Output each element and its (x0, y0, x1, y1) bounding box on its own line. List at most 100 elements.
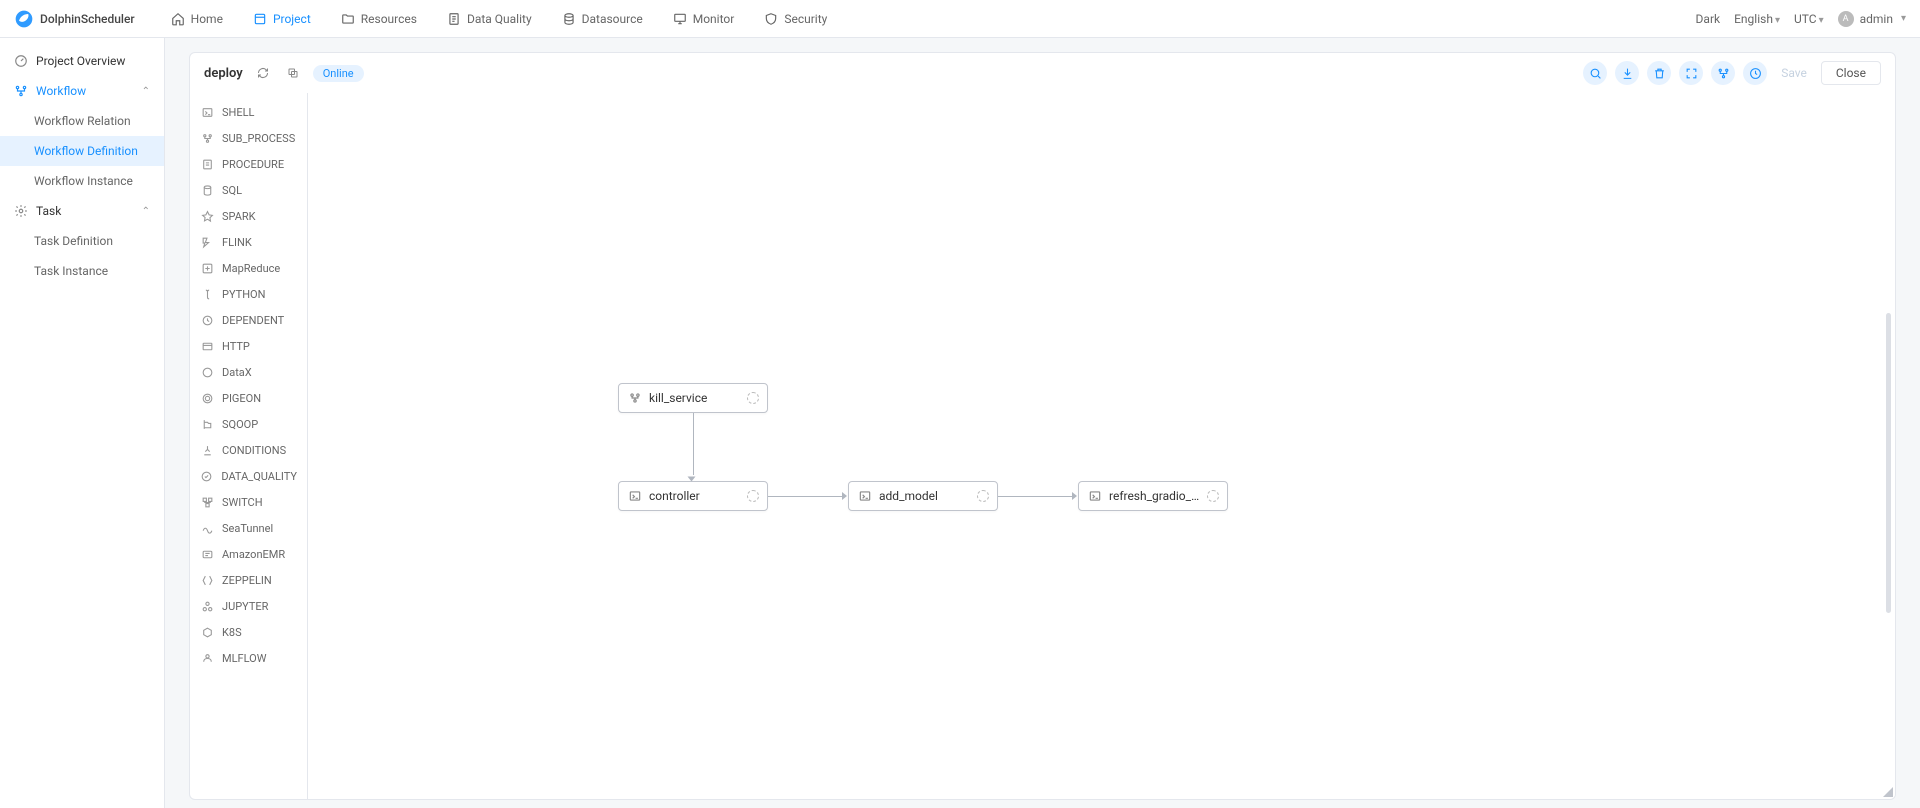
resize-handle-icon[interactable] (1883, 787, 1893, 797)
task-type-icon (200, 443, 214, 457)
task-type-amazonemr[interactable]: AmazonEMR (190, 541, 307, 567)
task-type-icon (200, 651, 214, 665)
task-type-label: SeaTunnel (222, 522, 273, 535)
task-type-shell[interactable]: SHELL (190, 99, 307, 125)
brand-logo-icon (14, 9, 34, 29)
workflow-node-n2[interactable]: controller (618, 481, 768, 511)
task-type-sub-process[interactable]: SUB_PROCESS (190, 125, 307, 151)
timezone-select[interactable]: UTC▾ (1794, 12, 1824, 26)
user-menu[interactable]: A admin ▾ (1838, 11, 1906, 27)
workflow-node-n4[interactable]: refresh_gradio_web... (1078, 481, 1228, 511)
brand-name: DolphinScheduler (40, 12, 135, 26)
task-type-icon (200, 157, 214, 171)
task-type-label: SHELL (222, 106, 254, 119)
task-type-spark[interactable]: SPARK (190, 203, 307, 229)
task-type-switch[interactable]: SWITCH (190, 489, 307, 515)
task-type-python[interactable]: PYTHON (190, 281, 307, 307)
sidebar-item-workflow-relation[interactable]: Workflow Relation (0, 106, 164, 136)
task-type-dependent[interactable]: DEPENDENT (190, 307, 307, 333)
task-type-data-quality[interactable]: DATA_QUALITY (190, 463, 307, 489)
task-type-icon (200, 495, 214, 509)
sidebar-item-task-instance[interactable]: Task Instance (0, 256, 164, 286)
user-name: admin (1860, 12, 1893, 26)
task-type-zeppelin[interactable]: ZEPPELIN (190, 567, 307, 593)
task-type-label: AmazonEMR (222, 548, 285, 561)
task-type-label: DataX (222, 366, 252, 379)
sidebar-item-task-definition[interactable]: Task Definition (0, 226, 164, 256)
theme-toggle[interactable]: Dark (1696, 12, 1721, 26)
canvas-scrollbar[interactable] (1886, 313, 1891, 613)
task-type-procedure[interactable]: PROCEDURE (190, 151, 307, 177)
chevron-up-icon: ⌃ (142, 206, 150, 217)
task-type-k8s[interactable]: K8S (190, 619, 307, 645)
main-area: deploy Online (165, 38, 1920, 808)
task-type-mlflow[interactable]: MLFLOW (190, 645, 307, 671)
timezone-label: UTC (1794, 12, 1817, 26)
workflow-node-n1[interactable]: kill_service (618, 383, 768, 413)
task-palette: SHELL SUB_PROCESSPROCEDURESQLSPARKFLINK Ma… (190, 93, 308, 799)
sidebar-item-workflow-instance[interactable]: Workflow Instance (0, 166, 164, 196)
task-type-jupyter[interactable]: JUPYTER (190, 593, 307, 619)
task-type-flink[interactable]: FLINK (190, 229, 307, 255)
copy-button[interactable] (283, 63, 303, 83)
edge (693, 413, 694, 475)
task-type-http[interactable]: HTTP (190, 333, 307, 359)
task-type-icon (200, 365, 214, 379)
task-type-icon (200, 599, 214, 613)
task-type-icon (200, 573, 214, 587)
task-type-conditions[interactable]: CONDITIONS (190, 437, 307, 463)
refresh-button[interactable] (253, 63, 273, 83)
download-button[interactable] (1615, 61, 1639, 85)
sidebar-item-workflow-definition[interactable]: Workflow Definition (0, 136, 164, 166)
nav-item-security[interactable]: Security (750, 8, 841, 30)
sidebar-item-label: Task Instance (34, 264, 108, 278)
task-type-icon (200, 547, 214, 561)
delete-button[interactable] (1647, 61, 1671, 85)
version-button[interactable] (1743, 61, 1767, 85)
task-type-pigeon[interactable]: PIGEON (190, 385, 307, 411)
workflow-canvas[interactable]: kill_service controller add_model refresh_g… (308, 93, 1895, 799)
sidebar-item-label: Workflow Instance (34, 174, 133, 188)
task-type-seatunnel[interactable]: SeaTunnel (190, 515, 307, 541)
nav-items: Home ProjectResourcesData QualityDatasour… (157, 8, 842, 30)
quality-icon (447, 12, 461, 26)
nav-item-monitor[interactable]: Monitor (659, 8, 749, 30)
sidebar-item-project-overview[interactable]: Project Overview (0, 46, 164, 76)
task-type-sql[interactable]: SQL (190, 177, 307, 203)
task-type-label: MapReduce (222, 262, 280, 275)
close-button[interactable]: Close (1821, 61, 1881, 85)
sidebar-group-task[interactable]: Task ⌃ (0, 196, 164, 226)
sidebar-item-label: Workflow Relation (34, 114, 131, 128)
node-status-icon (1207, 490, 1219, 502)
node-label: kill_service (649, 391, 741, 405)
search-button[interactable] (1583, 61, 1607, 85)
nav-item-home[interactable]: Home (157, 8, 237, 30)
fullscreen-button[interactable] (1679, 61, 1703, 85)
language-select[interactable]: English▾ (1734, 12, 1780, 26)
sidebar-item-label: Project Overview (36, 54, 125, 68)
chevron-down-icon: ▾ (1819, 15, 1824, 26)
task-type-mapreduce[interactable]: MapReduce (190, 255, 307, 281)
nav-item-datasource[interactable]: Datasource (548, 8, 657, 30)
task-type-icon (200, 391, 214, 405)
task-type-datax[interactable]: DataX (190, 359, 307, 385)
workflow-node-n3[interactable]: add_model (848, 481, 998, 511)
sidebar-group-workflow[interactable]: Workflow ⌃ (0, 76, 164, 106)
nav-item-project[interactable]: Project (239, 8, 325, 30)
avatar-icon: A (1838, 11, 1854, 27)
nav-item-data-quality[interactable]: Data Quality (433, 8, 546, 30)
task-type-sqoop[interactable]: SQOOP (190, 411, 307, 437)
save-button[interactable]: Save (1775, 66, 1813, 80)
task-type-icon (200, 417, 214, 431)
task-type-icon (200, 313, 214, 327)
task-type-label: SWITCH (222, 496, 263, 509)
arrow-icon (1072, 492, 1077, 500)
format-button[interactable] (1711, 61, 1735, 85)
task-type-icon (200, 261, 214, 275)
workflow-icon (14, 84, 28, 98)
task-type-label: DEPENDENT (222, 314, 284, 327)
nav-item-label: Home (191, 12, 223, 26)
nav-item-resources[interactable]: Resources (327, 8, 431, 30)
task-type-label: SQOOP (222, 418, 258, 431)
task-type-icon (200, 183, 214, 197)
